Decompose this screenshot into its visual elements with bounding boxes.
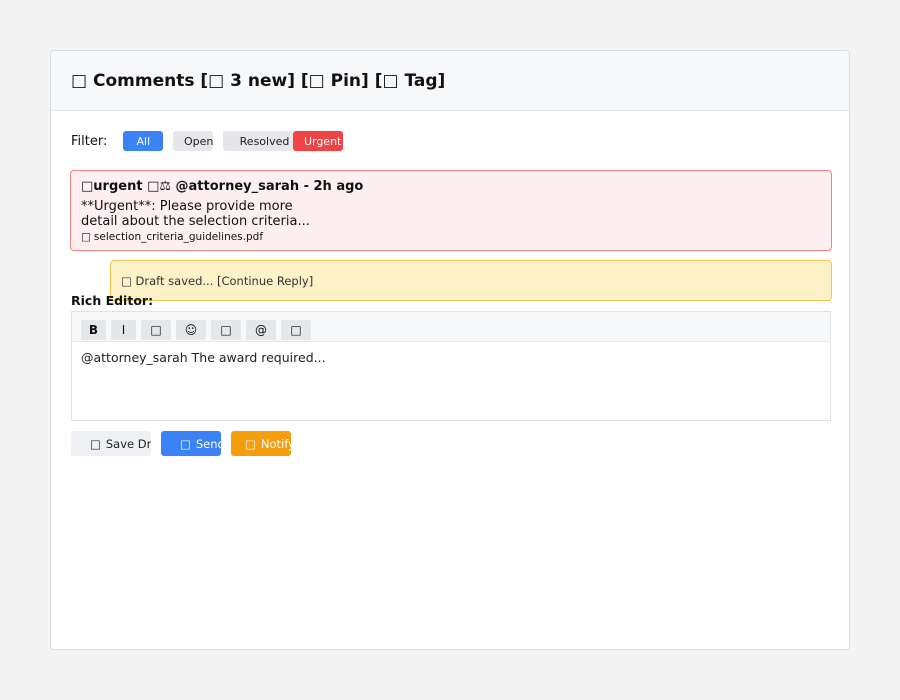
attachment-name: selection_criteria_guidelines.pdf	[93, 231, 264, 243]
filter-all-button[interactable]: All	[123, 131, 164, 151]
draft-saved-banner[interactable]: □ Draft saved... [Continue Reply]	[110, 260, 832, 301]
more-icon[interactable]: □	[281, 320, 311, 340]
save-draft-button[interactable]: □ Save Draft	[71, 431, 151, 456]
action-bar: □ Save Draft □ Send □ Notify	[71, 431, 291, 456]
comment-heading: □urgent □⚖ @attorney_sarah - 2h ago	[81, 179, 364, 194]
filter-urgent-button[interactable]: Urgent	[293, 131, 344, 151]
comment-body: **Urgent**: Please provide more detail a…	[81, 199, 310, 229]
filter-label: Filter:	[71, 133, 108, 149]
editor-toolbar: B I □ ☺ □ @ □	[71, 311, 831, 342]
comments-panel: □ Comments [□ 3 new] [□ Pin] [□ Tag] Fil…	[50, 50, 850, 650]
link-icon[interactable]: □	[141, 320, 171, 340]
emoji-icon[interactable]: ☺	[176, 320, 206, 340]
urgent-comment-card[interactable]: □urgent □⚖ @attorney_sarah - 2h ago **Ur…	[70, 170, 832, 251]
editor-textarea[interactable]: @attorney_sarah The award required...	[71, 341, 831, 421]
bold-button[interactable]: B	[81, 320, 106, 340]
editor-label: Rich Editor:	[71, 293, 154, 308]
attachment-link[interactable]: □ selection_criteria_guidelines.pdf	[81, 231, 821, 243]
send-button[interactable]: □ Send	[161, 431, 221, 456]
notify-label: Notify	[260, 436, 291, 451]
filter-open-button[interactable]: Open	[173, 131, 214, 151]
filter-resolved-button[interactable]: Resolved	[223, 131, 294, 151]
panel-header: □ Comments [□ 3 new] [□ Pin] [□ Tag]	[51, 51, 849, 111]
save-icon: □	[90, 436, 101, 451]
mention-icon[interactable]: @	[246, 320, 276, 340]
notify-button[interactable]: □ Notify	[231, 431, 291, 456]
file-icon: □	[81, 231, 91, 243]
bell-icon: □	[245, 436, 256, 451]
italic-button[interactable]: I	[111, 320, 136, 340]
panel-title: □ Comments [□ 3 new] [□ Pin] [□ Tag]	[71, 70, 446, 91]
draft-text: □ Draft saved... [Continue Reply]	[121, 273, 314, 288]
attach-icon[interactable]: □	[211, 320, 241, 340]
send-icon: □	[180, 436, 191, 451]
send-label: Send	[195, 436, 221, 451]
save-draft-label: Save Draft	[105, 436, 151, 451]
filter-bar: Filter: All Open Resolved Urgent	[71, 131, 353, 151]
